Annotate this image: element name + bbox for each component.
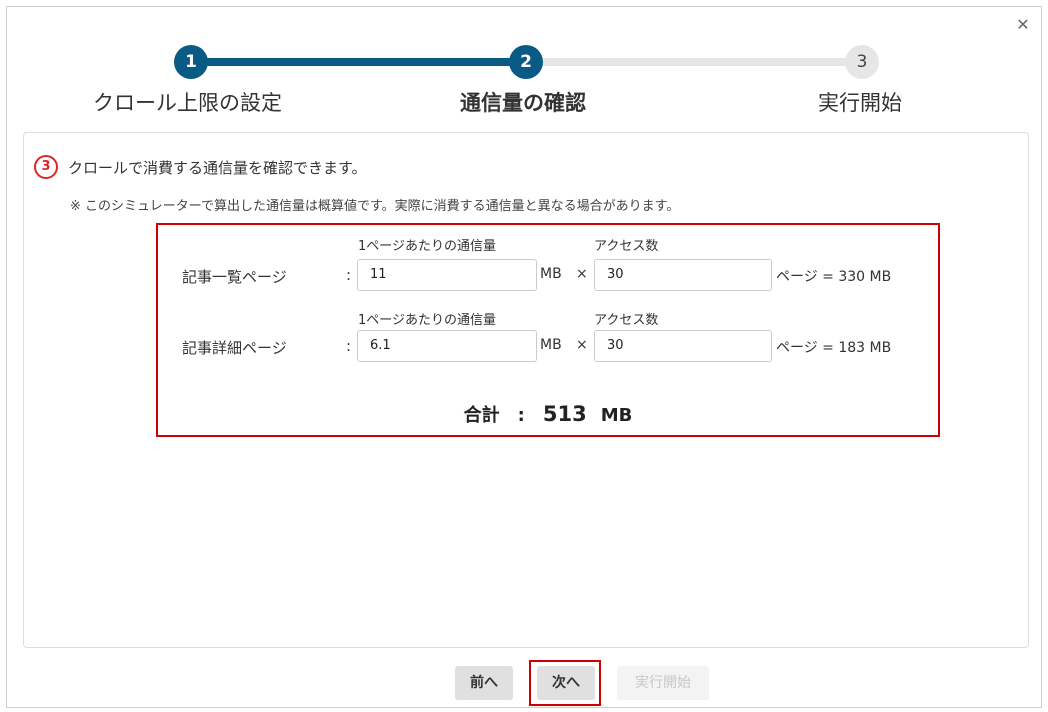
- step-marker: 3: [34, 155, 58, 179]
- panel-description: クロールで消費する通信量を確認できます。: [68, 159, 367, 177]
- calculation-box: 1ページあたりの通信量 アクセス数 記事一覧ページ : 11 MB × 30 ペ…: [156, 223, 940, 437]
- total-separator: :: [517, 405, 525, 426]
- unit-mb-2: MB: [540, 337, 562, 353]
- access-input-list[interactable]: 30: [594, 259, 772, 291]
- per-page-input-list[interactable]: 11: [357, 259, 537, 291]
- run-button[interactable]: 実行開始: [617, 666, 709, 700]
- step-3-label: 実行開始: [818, 91, 902, 115]
- total-unit: MB: [600, 405, 633, 426]
- per-page-header-1: 1ページあたりの通信量: [358, 239, 497, 254]
- access-header-1: アクセス数: [594, 239, 659, 254]
- result-list-page: ページ = 330 MB: [776, 269, 892, 285]
- row-label-list-page: 記事一覧ページ: [182, 268, 287, 286]
- step-3-indicator: 3: [845, 45, 879, 79]
- per-page-header-2: 1ページあたりの通信量: [358, 313, 497, 328]
- row-colon-1: :: [346, 266, 352, 284]
- per-page-input-detail[interactable]: 6.1: [357, 330, 537, 362]
- step-2-indicator: 2: [509, 45, 543, 79]
- row-colon-2: :: [346, 337, 352, 355]
- unit-mb-1: MB: [540, 266, 562, 282]
- next-button[interactable]: 次へ: [537, 666, 595, 700]
- step-1-label: クロール上限の設定: [93, 91, 282, 115]
- content-panel: 3 クロールで消費する通信量を確認できます。 ※ このシミュレーターで算出した通…: [23, 132, 1029, 648]
- row-label-detail-page: 記事詳細ページ: [182, 339, 287, 357]
- result-detail-page: ページ = 183 MB: [776, 340, 892, 356]
- step-1-indicator: 1: [174, 45, 208, 79]
- total-row: 合計:513 MB: [158, 401, 938, 427]
- stepper: 1 2 3 クロール上限の設定 通信量の確認 実行開始: [7, 7, 1043, 127]
- times-sign-1: ×: [576, 266, 588, 282]
- prev-button[interactable]: 前へ: [455, 666, 513, 700]
- progress-track-done: [197, 58, 537, 66]
- access-header-2: アクセス数: [594, 313, 659, 328]
- total-value: 513: [542, 402, 587, 426]
- panel-note: ※ このシミュレーターで算出した通信量は概算値です。実際に消費する通信量と異なる…: [70, 199, 680, 214]
- progress-track-remaining: [537, 58, 873, 66]
- total-label: 合計: [463, 405, 500, 426]
- access-input-detail[interactable]: 30: [594, 330, 772, 362]
- dialog: ✕ 1 2 3 クロール上限の設定 通信量の確認 実行開始 3 クロールで消費す…: [6, 6, 1042, 708]
- times-sign-2: ×: [576, 337, 588, 353]
- step-2-label: 通信量の確認: [460, 91, 586, 115]
